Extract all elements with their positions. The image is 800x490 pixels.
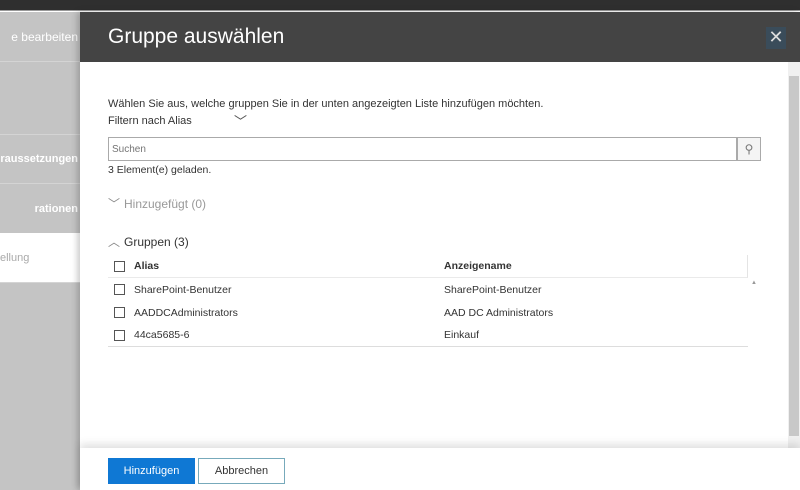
search-button[interactable]: ⚲ [737, 137, 761, 161]
table-row[interactable]: SharePoint-Benutzer SharePoint-Benutzer [108, 278, 748, 301]
sidebar-item-label: voraussetzungen [0, 152, 78, 165]
table-scrollbar[interactable]: ▲ [748, 276, 760, 462]
sidebar-item-label: ellung [0, 251, 30, 264]
close-icon[interactable]: ✕ [766, 27, 786, 49]
section-label: Gruppen (3) [124, 235, 189, 249]
top-bar [0, 0, 800, 11]
chevron-down-icon: ﹀ [108, 197, 121, 211]
row-checkbox[interactable] [114, 329, 125, 341]
sidebar-item-prerequisites[interactable]: voraussetzungen [0, 134, 80, 184]
column-header-alias[interactable]: Alias [134, 260, 444, 272]
row-checkbox[interactable] [114, 307, 125, 318]
added-section-toggle[interactable]: ﹀ Hinzugefügt (0) [108, 195, 206, 212]
dialog-scrollbar[interactable] [788, 62, 800, 448]
chevron-up-icon: ︿ [108, 235, 121, 249]
sidebar-item-blank[interactable] [0, 85, 80, 135]
alias-cell: AADDCAdministrators [134, 306, 238, 319]
alias-cell: SharePoint-Benutzer [134, 283, 232, 296]
sidebar: e bearbeiten voraussetzungen rationen el… [0, 12, 80, 490]
loaded-count: 3 Element(e) geladen. [108, 164, 212, 176]
display-name-cell: AAD DC Administrators [444, 306, 554, 319]
dialog-header: Gruppe auswählen [80, 12, 800, 62]
scrollbar-thumb[interactable] [789, 76, 799, 436]
add-button[interactable]: Hinzufügen [108, 458, 195, 484]
dialog-footer: Hinzufügen Abbrechen [80, 448, 800, 490]
cancel-button[interactable]: Abbrechen [198, 458, 285, 484]
column-header-display-name[interactable]: Anzeigename [444, 260, 512, 272]
display-name-cell: SharePoint-Benutzer [444, 283, 542, 296]
description: Wählen Sie aus, welche gruppen Sie in de… [108, 98, 544, 110]
select-all-checkbox[interactable] [114, 260, 125, 272]
table-row[interactable]: 44ca5685-6 Einkauf [108, 324, 748, 347]
table-row[interactable]: AADDCAdministrators AAD DC Administrator… [108, 301, 748, 324]
search-icon: ⚲ [744, 142, 754, 156]
chevron-down-icon: ﹀ [234, 114, 248, 129]
scroll-up-arrow-icon[interactable]: ▲ [751, 280, 757, 286]
dialog-title: Gruppe auswählen [108, 25, 285, 48]
row-checkbox[interactable] [114, 284, 125, 295]
sidebar-item-configurations[interactable]: rationen [0, 184, 80, 234]
sidebar-item-label: rationen [34, 202, 78, 215]
search-input[interactable] [108, 137, 737, 161]
groups-table: Alias Anzeigename SharePoint-Benutzer Sh… [108, 255, 748, 347]
table-header: Alias Anzeigename [108, 255, 748, 278]
filter-label: Filtern nach Alias [108, 115, 192, 127]
sidebar-item-edit[interactable]: e bearbeiten [0, 12, 80, 62]
sidebar-item-creation[interactable]: ellung [0, 233, 80, 283]
alias-cell: 44ca5685-6 [134, 329, 190, 341]
filter-dropdown[interactable]: Filtern nach Alias ﹀ [108, 114, 247, 129]
sidebar-item-label: e bearbeiten [11, 29, 78, 44]
select-group-dialog: Gruppe auswählen ✕ Wählen Sie aus, welch… [80, 12, 800, 490]
display-name-cell: Einkauf [444, 329, 480, 341]
section-label: Hinzugefügt (0) [124, 197, 207, 211]
groups-section-toggle[interactable]: ︿ Gruppen (3) [108, 233, 189, 250]
